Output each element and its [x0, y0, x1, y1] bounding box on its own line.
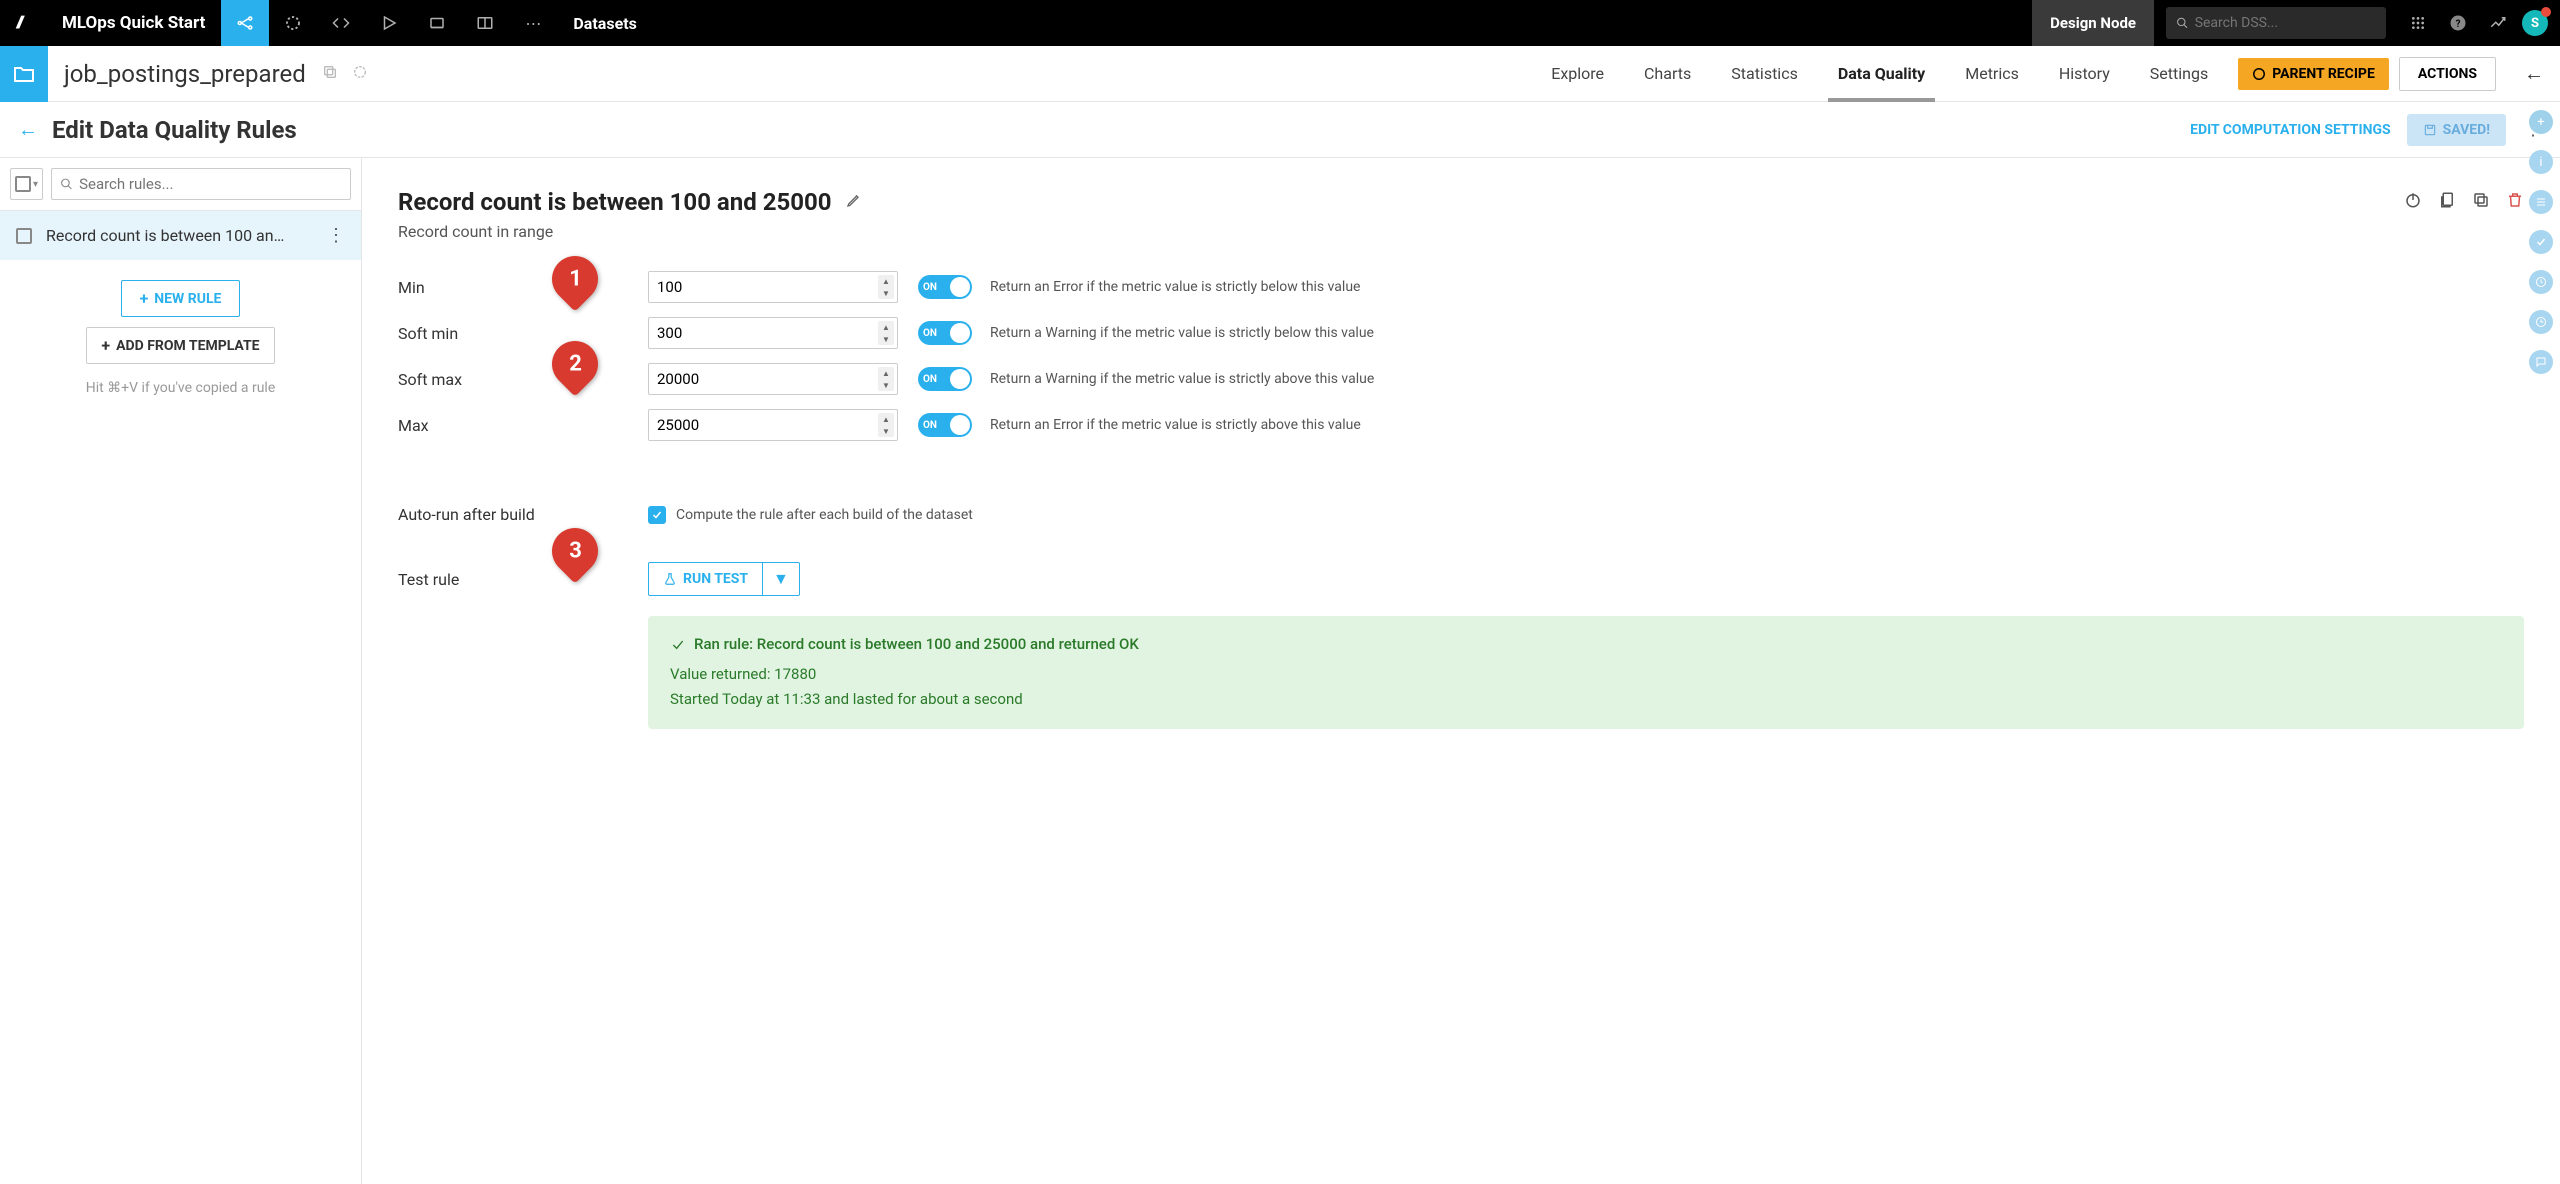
power-icon[interactable]: [2404, 191, 2422, 214]
copy-rule-icon[interactable]: [2472, 191, 2490, 214]
rail-list-icon[interactable]: [2529, 190, 2553, 214]
recipe-icon[interactable]: [269, 0, 317, 46]
saved-button[interactable]: SAVED!: [2407, 114, 2506, 146]
rail-add-icon[interactable]: +: [2529, 110, 2553, 134]
page-title: Edit Data Quality Rules: [52, 116, 297, 144]
duplicate-icon[interactable]: [2438, 191, 2456, 214]
spinner-down[interactable]: ▼: [878, 333, 894, 345]
autorun-checkbox[interactable]: [648, 506, 666, 524]
min-toggle[interactable]: ON: [918, 275, 972, 299]
dataset-folder-icon[interactable]: [0, 46, 48, 102]
flow-icon[interactable]: [221, 0, 269, 46]
min-input[interactable]: [648, 271, 898, 303]
search-input[interactable]: [2195, 15, 2376, 31]
annotation-3: 3: [569, 539, 582, 564]
user-avatar[interactable]: S: [2522, 10, 2548, 36]
min-desc: Return an Error if the metric value is s…: [990, 279, 1360, 295]
nav-section-label: Datasets: [557, 14, 652, 33]
more-icon[interactable]: ⋯: [509, 0, 557, 46]
rule-subtitle: Record count in range: [398, 222, 2524, 241]
softmin-label: Soft min: [398, 324, 648, 343]
actions-button[interactable]: ACTIONS: [2399, 57, 2496, 91]
design-node-label[interactable]: Design Node: [2032, 0, 2154, 46]
spinner-down[interactable]: ▼: [878, 287, 894, 299]
annotation-2: 2: [569, 352, 582, 377]
rule-item-menu[interactable]: ⋮: [327, 225, 345, 246]
dataiku-logo[interactable]: [0, 0, 46, 46]
max-desc: Return an Error if the metric value is s…: [990, 417, 1361, 433]
check-icon: [670, 637, 686, 653]
spinner-down[interactable]: ▼: [878, 379, 894, 391]
back-arrow[interactable]: ←: [2508, 61, 2560, 86]
add-from-template-button[interactable]: +ADD FROM TEMPLATE: [86, 327, 274, 364]
global-search[interactable]: [2166, 7, 2386, 39]
dataset-name: job_postings_prepared: [48, 60, 322, 88]
spinner-up[interactable]: ▲: [878, 321, 894, 333]
dashboard-icon[interactable]: [413, 0, 461, 46]
rule-list-item[interactable]: Record count is between 100 an… ⋮: [0, 211, 361, 260]
tab-explore[interactable]: Explore: [1531, 46, 1624, 102]
spinner-down[interactable]: ▼: [878, 425, 894, 437]
rules-search-input[interactable]: [79, 175, 342, 193]
rule-item-label: Record count is between 100 an…: [46, 226, 327, 245]
tab-charts[interactable]: Charts: [1624, 46, 1711, 102]
testrule-label: Test rule: [398, 570, 648, 589]
rail-history-icon[interactable]: [2529, 270, 2553, 294]
softmin-desc: Return a Warning if the metric value is …: [990, 325, 1374, 341]
back-link[interactable]: ←: [10, 117, 46, 142]
activity-icon[interactable]: [2478, 0, 2518, 46]
spinner-up[interactable]: ▲: [878, 367, 894, 379]
autorun-label: Auto-run after build: [398, 505, 648, 524]
tab-history[interactable]: History: [2039, 46, 2130, 102]
rail-clock-icon[interactable]: [2529, 310, 2553, 334]
copy-icon[interactable]: [322, 64, 338, 84]
rail-info-icon[interactable]: i: [2529, 150, 2553, 174]
softmax-label: Soft max: [398, 370, 648, 389]
rule-title: Record count is between 100 and 25000: [398, 188, 832, 216]
tab-settings[interactable]: Settings: [2130, 46, 2228, 102]
result-line-2: Value returned: 17880: [670, 662, 2502, 688]
max-toggle[interactable]: ON: [918, 413, 972, 437]
code-icon[interactable]: [317, 0, 365, 46]
test-result-box: Ran rule: Record count is between 100 an…: [648, 616, 2524, 729]
softmax-desc: Return a Warning if the metric value is …: [990, 371, 1374, 387]
search-icon: [60, 177, 73, 191]
new-rule-button[interactable]: +NEW RULE: [121, 280, 241, 317]
apps-grid-icon[interactable]: [2398, 0, 2438, 46]
rail-chat-icon[interactable]: [2529, 350, 2553, 374]
result-line-3: Started Today at 11:33 and lasted for ab…: [670, 687, 2502, 713]
refresh-icon[interactable]: [352, 64, 368, 84]
rail-check-icon[interactable]: [2529, 230, 2553, 254]
rule-checkbox[interactable]: [16, 228, 32, 244]
run-test-dropdown[interactable]: ▼: [762, 563, 799, 595]
softmin-input[interactable]: [648, 317, 898, 349]
softmin-toggle[interactable]: ON: [918, 321, 972, 345]
spinner-up[interactable]: ▲: [878, 413, 894, 425]
svg-text:?: ?: [2456, 19, 2461, 30]
max-label: Max: [398, 416, 648, 435]
softmax-input[interactable]: [648, 363, 898, 395]
result-line-1: Ran rule: Record count is between 100 an…: [694, 632, 1139, 658]
parent-recipe-button[interactable]: PARENT RECIPE: [2238, 58, 2389, 90]
edit-computation-settings-link[interactable]: EDIT COMPUTATION SETTINGS: [2190, 122, 2391, 138]
spinner-up[interactable]: ▲: [878, 275, 894, 287]
tab-data-quality[interactable]: Data Quality: [1818, 46, 1945, 102]
max-input[interactable]: [648, 409, 898, 441]
autorun-desc: Compute the rule after each build of the…: [676, 507, 973, 523]
tab-statistics[interactable]: Statistics: [1711, 46, 1818, 102]
wiki-icon[interactable]: [461, 0, 509, 46]
tab-metrics[interactable]: Metrics: [1945, 46, 2039, 102]
paste-hint: Hit ⌘+V if you've copied a rule: [86, 380, 276, 396]
lab-icon[interactable]: [365, 0, 413, 46]
softmax-toggle[interactable]: ON: [918, 367, 972, 391]
help-icon[interactable]: ?: [2438, 0, 2478, 46]
min-label: Min: [398, 278, 648, 297]
run-test-button[interactable]: RUN TEST ▼: [648, 562, 800, 596]
edit-title-icon[interactable]: [846, 192, 862, 212]
annotation-1: 1: [569, 267, 582, 292]
select-all-checkbox[interactable]: ▾: [10, 168, 43, 200]
project-name[interactable]: MLOps Quick Start: [46, 13, 221, 33]
